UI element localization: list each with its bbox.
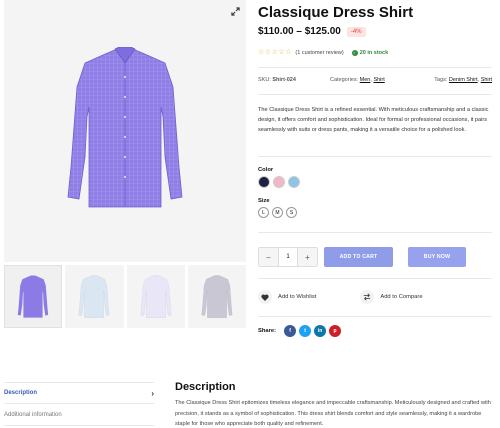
divider — [258, 316, 492, 317]
description-body: The Classique Dress Shirt epitomizes tim… — [175, 400, 491, 427]
divider — [258, 232, 492, 233]
star-rating: ☆ ☆ ☆ ☆ ☆ — [258, 49, 291, 56]
thumbnail-grey[interactable] — [187, 265, 246, 328]
price-row: $110.00 – $125.00 -4% — [258, 26, 366, 37]
wishlist-label: Add to Wishlist — [278, 294, 317, 300]
sku: SKU: Shirt-024 — [258, 77, 296, 83]
color-swatch-blue[interactable] — [288, 176, 300, 188]
product-tabs: Description › Additional information — [4, 382, 154, 426]
star-icon: ☆ — [264, 49, 272, 56]
size-option-m[interactable]: M — [272, 207, 283, 218]
product-main-image[interactable] — [4, 0, 246, 262]
twitter-icon[interactable]: t — [299, 325, 312, 337]
size-option-l[interactable]: L — [258, 207, 269, 218]
share-row: Share: f t in p — [258, 325, 342, 337]
divider — [258, 94, 492, 95]
color-swatches — [258, 176, 300, 188]
stock-label: 20 in stock — [359, 49, 389, 56]
review-count-link[interactable]: (1 customer review) — [295, 50, 343, 56]
color-swatch-pink[interactable] — [273, 176, 285, 188]
size-option-s[interactable]: S — [286, 207, 297, 218]
description-heading: Description — [175, 381, 236, 393]
shirt-image — [67, 47, 183, 208]
linkedin-icon[interactable]: in — [314, 325, 327, 337]
tab-additional-information[interactable]: Additional information — [4, 404, 154, 426]
pinterest-icon[interactable]: p — [329, 325, 342, 337]
facebook-icon[interactable]: f — [284, 325, 297, 337]
quantity-decrease-button[interactable]: − — [259, 248, 278, 266]
quantity-increase-button[interactable]: + — [298, 248, 317, 266]
tags: Tags: Denim Shirt, Shirt — [434, 77, 492, 83]
rating-row: ☆ ☆ ☆ ☆ ☆ (1 customer review) ✓ 20 in st… — [258, 49, 388, 56]
quantity-stepper: − 1 + — [258, 247, 318, 267]
size-label: Size — [258, 198, 270, 204]
share-label: Share: — [258, 328, 277, 334]
tag-link-denim-shirt[interactable]: Denim Shirt — [449, 77, 478, 83]
heart-icon — [258, 290, 272, 304]
price-range: $110.00 – $125.00 — [258, 26, 341, 37]
color-label: Color — [258, 167, 274, 173]
description-section: Description The Classique Dress Shirt ep… — [175, 381, 493, 428]
category-link-men[interactable]: Men — [360, 77, 371, 83]
add-to-wishlist-button[interactable]: Add to Wishlist — [258, 290, 316, 304]
star-icon: ☆ — [258, 49, 265, 56]
chevron-right-icon: › — [151, 388, 154, 398]
size-options: L M S — [258, 207, 297, 218]
tag-link-shirt[interactable]: Shirt — [481, 77, 492, 83]
divider — [258, 67, 492, 68]
buy-now-button[interactable]: BUY NOW — [408, 247, 466, 267]
categories: Categories: Men, Shirt — [330, 77, 385, 83]
star-icon: ☆ — [271, 49, 278, 56]
add-to-compare-button[interactable]: Add to Compare — [360, 290, 423, 304]
thumbnail-strip — [4, 265, 246, 328]
product-actions: Add to Wishlist Add to Compare — [258, 290, 423, 304]
tab-label: Description — [4, 390, 38, 396]
divider — [258, 278, 492, 279]
compare-icon — [360, 290, 375, 304]
color-swatch-navy[interactable] — [258, 176, 270, 188]
thumbnail-light-blue[interactable] — [65, 265, 124, 328]
star-icon: ☆ — [285, 49, 292, 56]
add-to-cart-row: − 1 + ADD TO CART BUY NOW — [258, 247, 466, 267]
add-to-cart-button[interactable]: ADD TO CART — [324, 247, 393, 267]
check-circle-icon: ✓ — [351, 49, 358, 56]
tab-description[interactable]: Description › — [4, 382, 154, 404]
stock-status: ✓ 20 in stock — [351, 49, 389, 56]
discount-badge: -4% — [346, 26, 366, 37]
tab-label: Additional information — [4, 411, 62, 418]
expand-icon[interactable] — [229, 5, 241, 17]
divider — [258, 156, 492, 157]
compare-label: Add to Compare — [380, 294, 423, 300]
thumbnail-purple[interactable] — [4, 265, 63, 328]
category-link-shirt[interactable]: Shirt — [373, 77, 384, 83]
quantity-input[interactable]: 1 — [278, 248, 298, 266]
sku-value: Shirt-024 — [272, 77, 296, 83]
short-description: The Classique Dress Shirt is a refined e… — [258, 107, 489, 133]
product-title: Classique Dress Shirt — [258, 4, 414, 21]
star-icon: ☆ — [278, 49, 285, 56]
thumbnail-lavender[interactable] — [126, 265, 185, 328]
